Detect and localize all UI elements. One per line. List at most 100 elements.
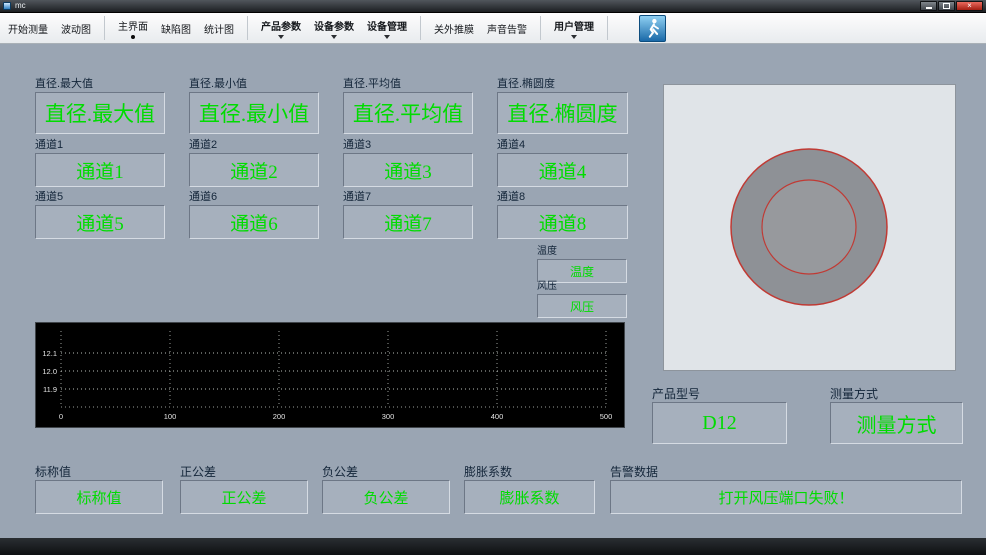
expansion-coefficient-value: 膨胀系数 bbox=[464, 480, 595, 514]
positive-tolerance-value: 正公差 bbox=[180, 480, 308, 514]
maximize-icon bbox=[943, 3, 950, 9]
inner-circle bbox=[761, 179, 857, 275]
field-label: 负公差 bbox=[322, 465, 359, 479]
measure-method-value: 测量方式 bbox=[830, 402, 963, 444]
trend-chart-canvas: 12.1 12.0 11.9 0 100 200 300 400 500 bbox=[36, 323, 624, 427]
product-model-value: D12 bbox=[652, 402, 787, 444]
toolbar-separator bbox=[540, 16, 541, 40]
field-label: 通道7 bbox=[343, 191, 372, 203]
field-expansion-coefficient: 膨胀系数 膨胀系数 bbox=[464, 465, 595, 514]
product-params-label: 产品参数 bbox=[261, 21, 301, 33]
nominal-value: 标称值 bbox=[35, 480, 163, 514]
field-channel-6: 通道6 通道6 bbox=[189, 192, 319, 239]
field-label: 产品型号 bbox=[652, 387, 701, 401]
field-diameter-max: 直径.最大值 直径.最大值 bbox=[35, 79, 165, 134]
alarm-data-value: 打开风压端口失败！ bbox=[610, 480, 962, 514]
toolbar-device-params-button[interactable]: 设备参数 bbox=[314, 18, 354, 39]
exit-button[interactable] bbox=[639, 14, 666, 42]
device-manage-label: 设备管理 bbox=[367, 21, 407, 33]
x-tick-label: 0 bbox=[59, 412, 63, 421]
toolbar-start-measure-button[interactable]: 开始测量 bbox=[8, 21, 48, 36]
x-tick-label: 100 bbox=[164, 412, 177, 421]
defect-chart-label: 缺陷图 bbox=[161, 24, 191, 36]
exit-person-icon bbox=[648, 18, 659, 38]
sound-alarm-label: 声音告警 bbox=[487, 24, 527, 36]
field-channel-2: 通道2 通道2 bbox=[189, 140, 319, 187]
toolbar: 开始测量 波动图 主界面 缺陷图 统计图 产品参数 设备参数 设备管理 关外推膜… bbox=[0, 13, 986, 44]
app-icon bbox=[3, 2, 11, 10]
field-label: 直径.最大值 bbox=[35, 78, 94, 90]
field-label: 直径.平均值 bbox=[343, 78, 402, 90]
x-tick-label: 200 bbox=[273, 412, 286, 421]
field-diameter-min: 直径.最小值 直径.最小值 bbox=[189, 79, 319, 134]
ext-push-label: 关外推膜 bbox=[434, 24, 474, 36]
toolbar-main-screen-button[interactable]: 主界面 bbox=[118, 18, 148, 39]
toolbar-defect-chart-button[interactable]: 缺陷图 bbox=[161, 21, 191, 36]
dropdown-arrow-icon bbox=[384, 34, 390, 39]
toolbar-separator bbox=[607, 16, 608, 40]
field-label: 测量方式 bbox=[830, 387, 879, 401]
toolbar-user-manage-button[interactable]: 用户管理 bbox=[554, 18, 594, 39]
channel-8-value: 通道8 bbox=[497, 205, 628, 239]
stats-chart-label: 统计图 bbox=[204, 24, 234, 36]
minimize-button[interactable] bbox=[920, 1, 937, 11]
main-screen-label: 主界面 bbox=[118, 21, 148, 33]
field-label: 直径.椭圆度 bbox=[497, 78, 556, 90]
field-alarm-data: 告警数据 打开风压端口失败！ bbox=[610, 466, 962, 514]
field-label: 膨胀系数 bbox=[464, 465, 513, 479]
close-icon: × bbox=[967, 1, 972, 10]
titlebar-left: mc bbox=[3, 2, 26, 10]
field-channel-5: 通道5 通道5 bbox=[35, 192, 165, 239]
field-temperature: 温度 温度 bbox=[537, 246, 627, 283]
toolbar-wave-chart-button[interactable]: 波动图 bbox=[61, 21, 91, 36]
field-negative-tolerance: 负公差 负公差 bbox=[322, 465, 450, 514]
x-tick-label: 500 bbox=[600, 412, 613, 421]
diameter-min-value: 直径.最小值 bbox=[189, 92, 319, 134]
field-diameter-avg: 直径.平均值 直径.平均值 bbox=[343, 79, 473, 134]
cross-section-panel bbox=[663, 84, 956, 371]
field-label: 正公差 bbox=[180, 465, 217, 479]
toolbar-stats-chart-button[interactable]: 统计图 bbox=[204, 21, 234, 36]
field-label: 通道2 bbox=[189, 139, 218, 151]
field-positive-tolerance: 正公差 正公差 bbox=[180, 465, 308, 514]
toolbar-device-manage-button[interactable]: 设备管理 bbox=[367, 18, 407, 39]
channel-1-value: 通道1 bbox=[35, 153, 165, 187]
y-tick-label: 11.9 bbox=[43, 385, 57, 394]
toolbar-ext-push-button[interactable]: 关外推膜 bbox=[434, 21, 474, 36]
field-channel-4: 通道4 通道4 bbox=[497, 140, 628, 187]
field-label: 温度 bbox=[537, 246, 557, 257]
channel-7-value: 通道7 bbox=[343, 205, 473, 239]
diameter-max-value: 直径.最大值 bbox=[35, 92, 165, 134]
dropdown-arrow-icon bbox=[278, 34, 284, 39]
start-measure-label: 开始测量 bbox=[8, 24, 48, 36]
channel-4-value: 通道4 bbox=[497, 153, 628, 187]
device-params-label: 设备参数 bbox=[314, 21, 354, 33]
field-label: 通道4 bbox=[497, 139, 526, 151]
field-label: 通道6 bbox=[189, 191, 218, 203]
cross-section-view bbox=[730, 148, 888, 306]
minimize-icon bbox=[925, 7, 932, 9]
field-diameter-ovality: 直径.椭圆度 直径.椭圆度 bbox=[497, 79, 628, 134]
field-nominal-value: 标称值 标称值 bbox=[35, 465, 163, 514]
field-measure-method: 测量方式 测量方式 bbox=[830, 387, 963, 444]
field-label: 通道3 bbox=[343, 139, 372, 151]
x-tick-label: 300 bbox=[382, 412, 395, 421]
toolbar-product-params-button[interactable]: 产品参数 bbox=[261, 18, 301, 39]
maximize-button[interactable] bbox=[938, 1, 955, 11]
y-tick-label: 12.0 bbox=[42, 367, 57, 376]
channel-5-value: 通道5 bbox=[35, 205, 165, 239]
bottom-bar bbox=[0, 538, 986, 555]
x-tick-label: 400 bbox=[491, 412, 504, 421]
field-channel-8: 通道8 通道8 bbox=[497, 192, 628, 239]
wave-chart-label: 波动图 bbox=[61, 24, 91, 36]
close-button[interactable]: × bbox=[956, 1, 983, 11]
diameter-avg-value: 直径.平均值 bbox=[343, 92, 473, 134]
toolbar-separator bbox=[247, 16, 248, 40]
field-label: 标称值 bbox=[35, 465, 72, 479]
app-window: { "window": { "title": "mc" }, "icons": … bbox=[0, 0, 986, 555]
active-indicator-dot bbox=[131, 34, 135, 39]
user-manage-label: 用户管理 bbox=[554, 21, 594, 33]
field-label: 通道5 bbox=[35, 191, 64, 203]
toolbar-sound-alarm-button[interactable]: 声音告警 bbox=[487, 21, 527, 36]
y-tick-label: 12.1 bbox=[42, 349, 57, 358]
